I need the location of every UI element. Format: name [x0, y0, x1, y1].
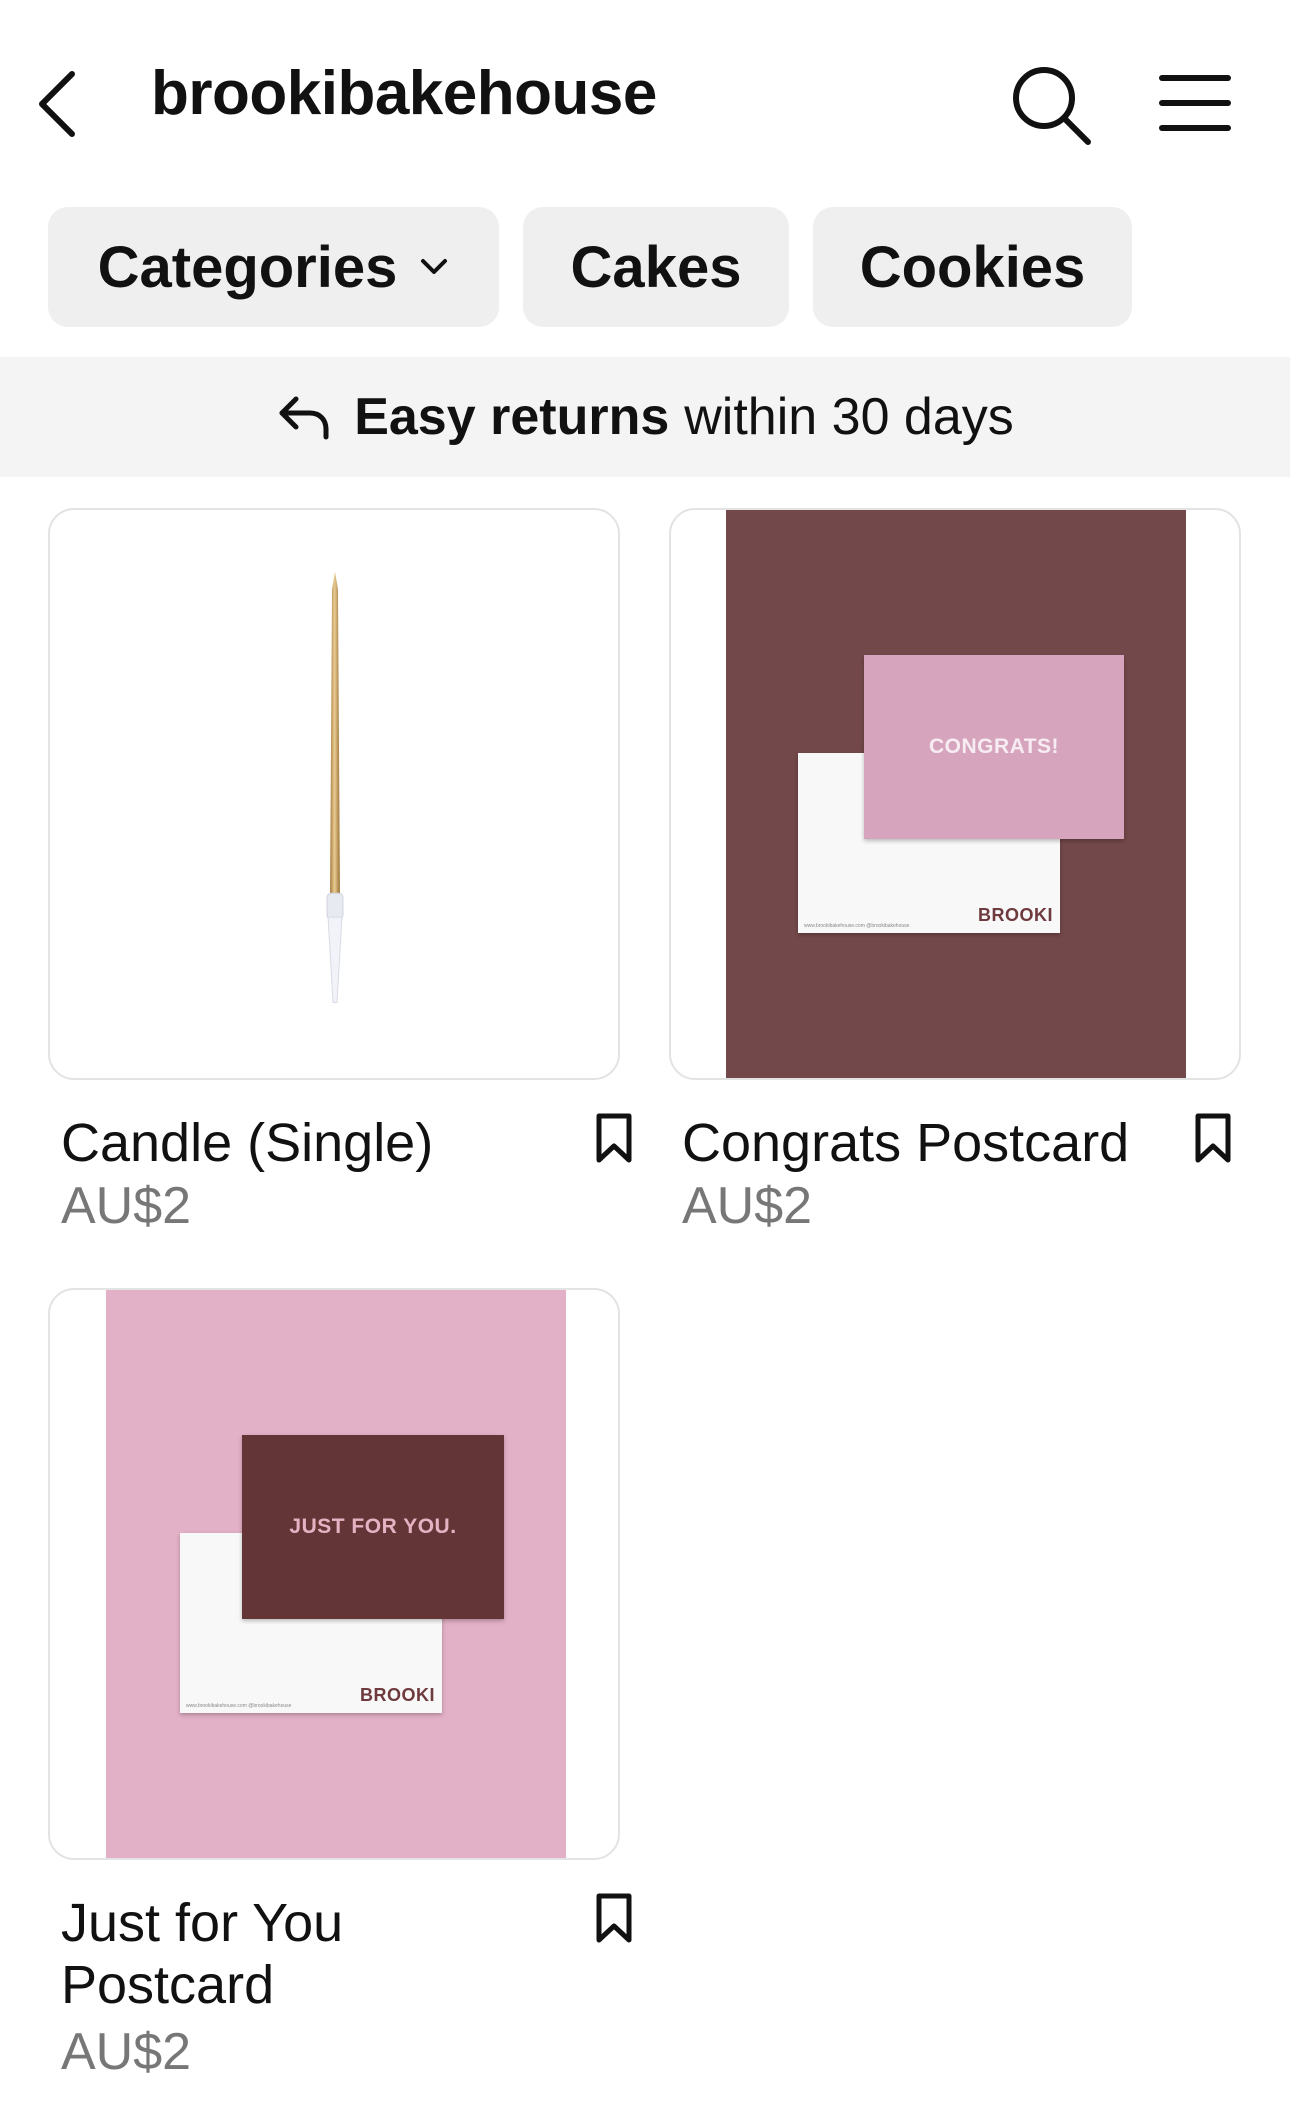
returns-bold-text: Easy returns	[354, 388, 670, 446]
chip-cookies-label: Cookies	[859, 234, 1086, 300]
postcard-brand: BROOKI	[360, 1685, 435, 1705]
postcard-brand: BROOKI	[978, 905, 1053, 925]
postcard-front: JUST FOR YOU.	[242, 1435, 504, 1619]
search-icon	[1013, 67, 1091, 145]
chip-cakes-label: Cakes	[570, 234, 742, 300]
postcard-text: CONGRATS!	[928, 735, 1060, 758]
product-card[interactable]: Candle (Single) AU$2	[48, 508, 632, 1238]
search-button[interactable]	[1008, 62, 1094, 148]
bookmark-icon	[596, 1113, 632, 1163]
chip-cakes[interactable]: Cakes	[523, 207, 789, 327]
product-price: AU$2	[61, 2023, 192, 2081]
menu-button[interactable]	[1158, 70, 1232, 136]
bookmark-icon	[1195, 1113, 1231, 1163]
product-name[interactable]: Just for You Postcard	[61, 1892, 541, 2016]
bookmark-icon	[596, 1893, 632, 1943]
postcard-text: JUST FOR YOU.	[289, 1515, 457, 1538]
categories-label: Categories	[97, 234, 398, 300]
product-image[interactable]: www.brookibakehouse.com @brookibakehouse…	[669, 508, 1241, 1080]
chip-cookies[interactable]: Cookies	[813, 207, 1132, 327]
page-title: brookibakehouse	[151, 59, 657, 128]
chevron-down-icon	[419, 257, 449, 277]
postcard-fineprint: www.brookibakehouse.com @brookibakehouse	[804, 923, 910, 929]
product-name[interactable]: Congrats Postcard	[682, 1112, 1162, 1174]
categories-dropdown[interactable]: Categories	[48, 207, 499, 327]
save-button[interactable]	[584, 1108, 644, 1168]
return-arrow-icon	[276, 393, 332, 441]
product-price: AU$2	[682, 1177, 813, 1235]
filter-chips: Categories Cakes Cookies	[48, 207, 1132, 327]
product-price: AU$2	[61, 1177, 192, 1235]
returns-banner[interactable]: Easy returns within 30 days	[0, 357, 1290, 477]
product-name[interactable]: Candle (Single)	[61, 1112, 541, 1174]
hamburger-menu-icon	[1159, 75, 1231, 131]
postcard-front: CONGRATS!	[864, 655, 1124, 839]
chevron-left-icon	[39, 71, 75, 137]
save-button[interactable]	[1183, 1108, 1243, 1168]
product-image[interactable]	[48, 508, 620, 1080]
product-card[interactable]: www.brookibakehouse.com @brookibakehouse…	[669, 508, 1241, 1238]
back-button[interactable]	[30, 62, 90, 142]
candle-image	[326, 571, 344, 1004]
returns-text: within 30 days	[684, 388, 1014, 446]
save-button[interactable]	[584, 1888, 644, 1948]
product-card[interactable]: www.brookibakehouse.com @brookibakehouse…	[48, 1288, 632, 2088]
product-image[interactable]: www.brookibakehouse.com @brookibakehouse…	[48, 1288, 620, 1860]
postcard-fineprint: www.brookibakehouse.com @brookibakehouse	[186, 1703, 292, 1709]
top-bar: brookibakehouse	[0, 0, 1290, 200]
